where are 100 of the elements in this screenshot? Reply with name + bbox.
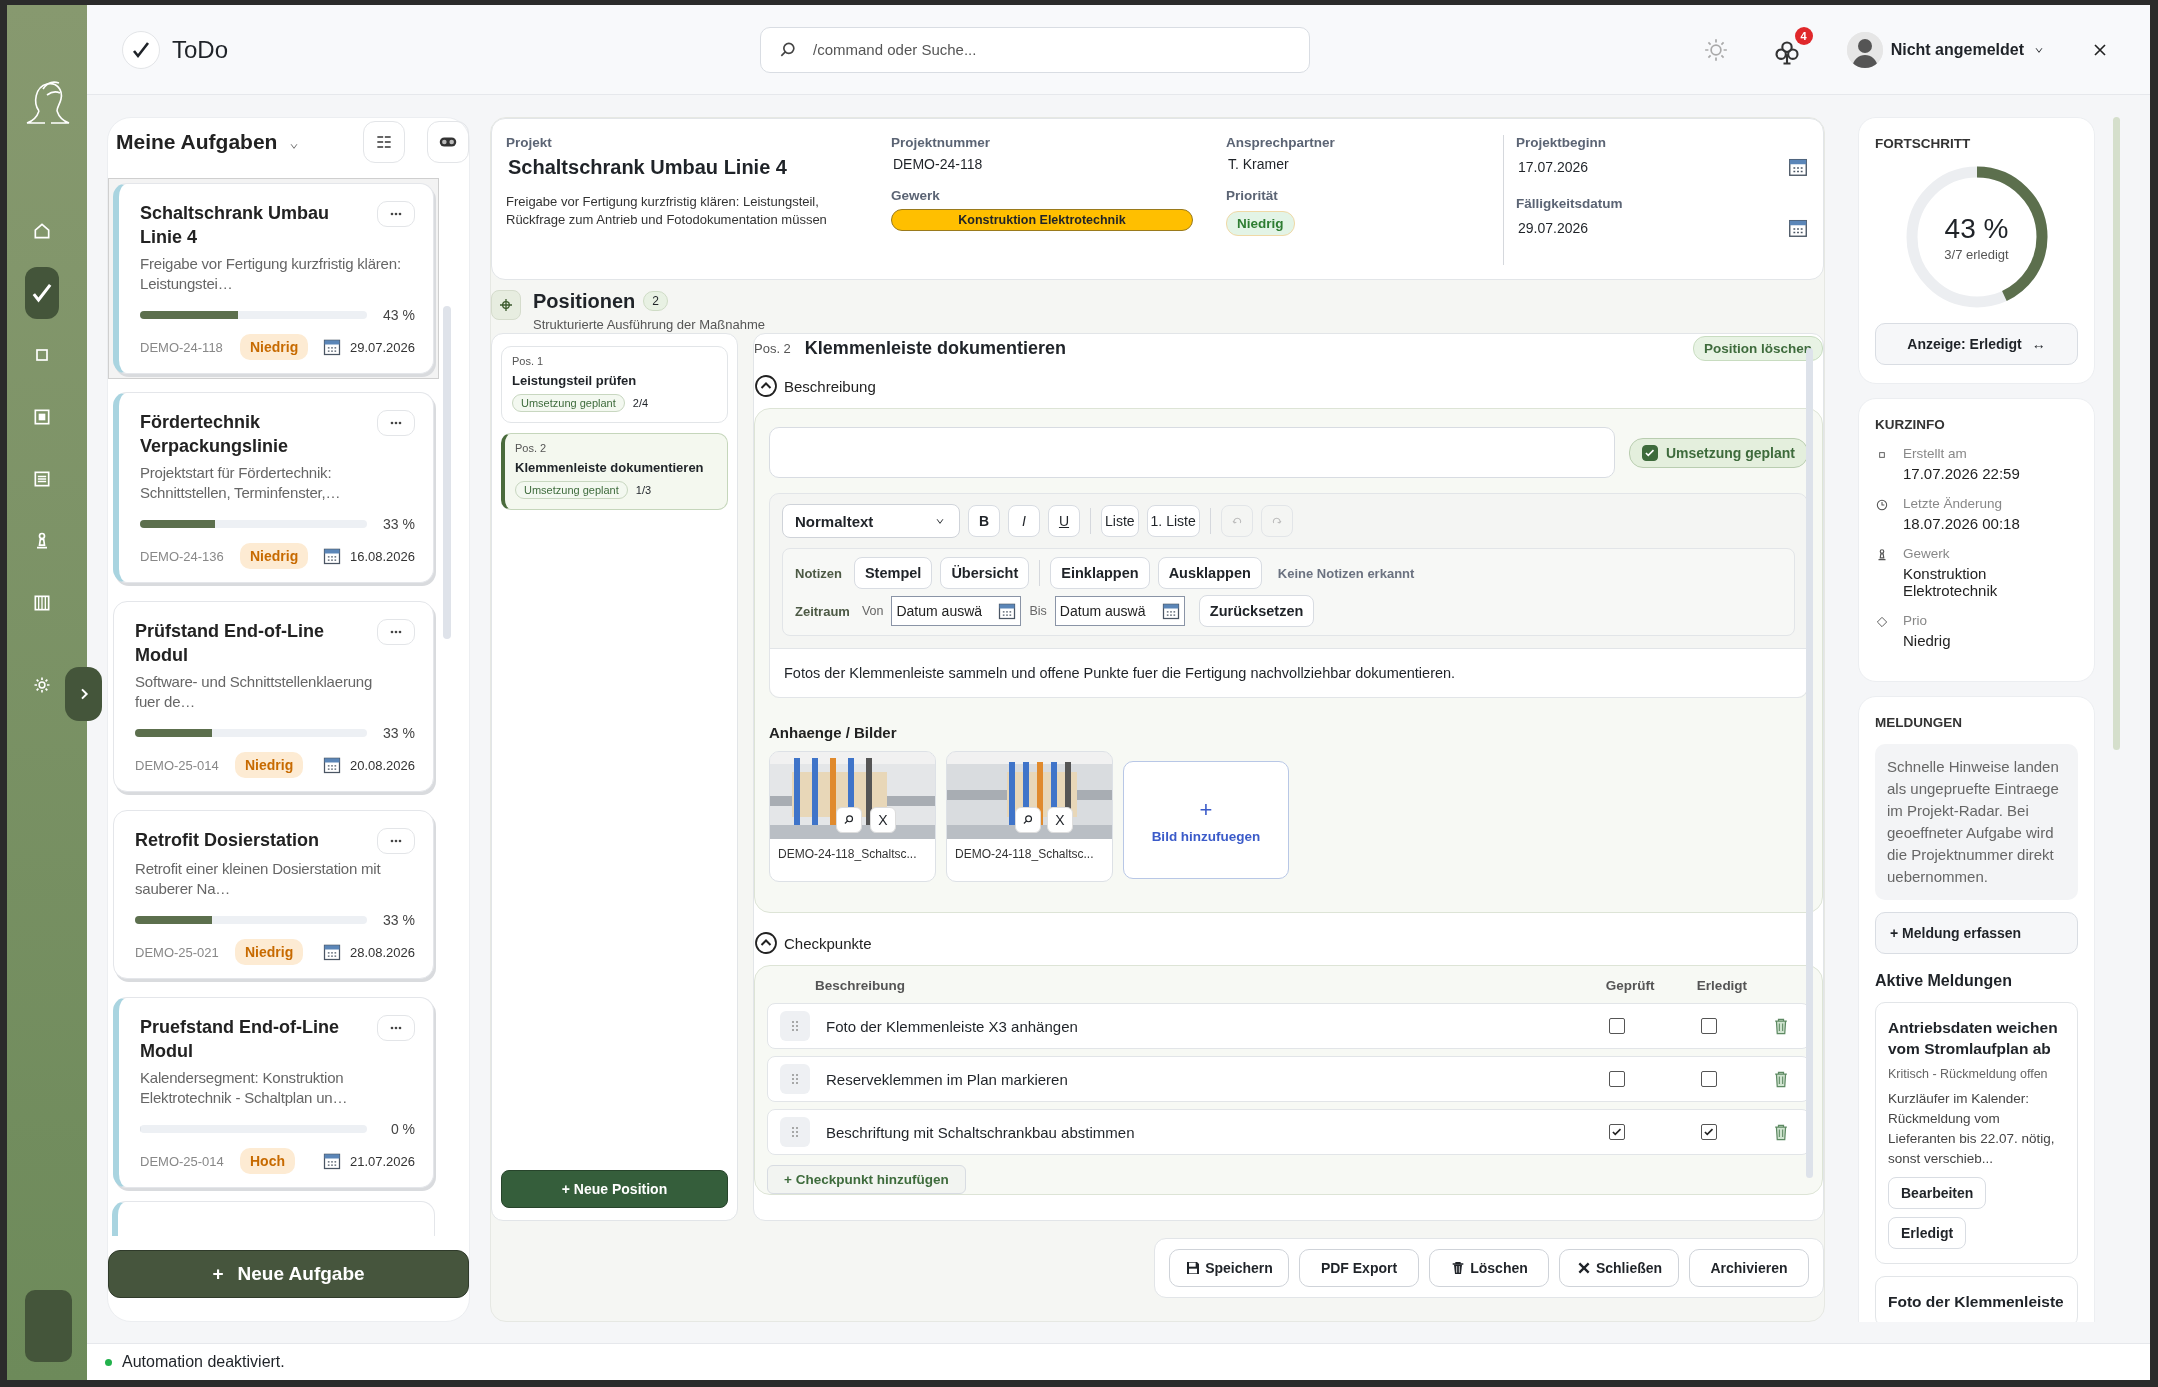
due-date: 16.08.2026 [349, 548, 415, 564]
field-label: Gewerk [891, 188, 941, 203]
bullet-list-button[interactable]: Liste [1101, 505, 1139, 537]
description-text[interactable]: Fotos der Klemmenleiste sammeln und offene Punkte fuer die Fertigung nachvollziehbar dokumentieren. [770, 648, 1807, 697]
field-label: Projektbeginn [1516, 135, 1607, 150]
message-card[interactable]: Antriebsdaten weichen vom Stromlaufplan ab Kritisch - Rückmeldung offen Kurzläufer im Kalender: Rückmeldung vom Lieferanten bis 22.07. nötig, sonst verschieb... Bearbeiten Erledigt [1875, 1002, 2078, 1264]
info-value: 17.07.2026 22:59 [1903, 465, 2020, 482]
avatar [1846, 31, 1883, 68]
position-item[interactable]: Pos. 2 Klemmenleiste dokumentieren Umsetzung geplant 1/3 [501, 433, 728, 510]
count-badge: 2 [643, 291, 668, 311]
notes-button[interactable]: Ausklappen [1157, 557, 1262, 589]
position-progress: 2/4 [632, 397, 649, 409]
expand-button[interactable] [65, 667, 102, 721]
checkbox[interactable] [1609, 1124, 1625, 1140]
user-name[interactable]: Nicht angemeldet [1890, 40, 2024, 59]
remove-button[interactable]: X [870, 807, 896, 833]
date-field[interactable]: Datum auswä [1054, 596, 1185, 626]
zoom-button[interactable] [1015, 807, 1041, 833]
card-title: FORTSCHRITT [1875, 136, 1972, 151]
progress-percent: 33 % [382, 725, 415, 741]
scrollbar[interactable] [443, 306, 451, 639]
search-icon [842, 813, 856, 827]
zoom-button[interactable] [836, 807, 862, 833]
column-header: Erledigt [1695, 978, 1749, 993]
reset-button[interactable]: Zurücksetzen [1198, 595, 1315, 627]
drag-handle[interactable] [780, 1117, 810, 1147]
section-label[interactable]: Beschreibung [784, 377, 876, 395]
file-name: DEMO-24-118_Schaltsc... [954, 846, 1095, 863]
add-checkpoint-button[interactable]: + Checkpunkt hinzufügen [767, 1165, 966, 1194]
checkpoint-text: Beschriftung mit Schaltschrankbau abstimmen [826, 1123, 1136, 1141]
message-action-button[interactable]: Bearbeiten [1888, 1177, 1987, 1209]
task-title: Schaltschrank Umbau Linie 4 [140, 202, 331, 249]
priority-badge: Hoch [240, 1148, 295, 1174]
status-checkbox[interactable] [1641, 444, 1658, 461]
italic-button[interactable]: I [1008, 505, 1040, 537]
drag-handle[interactable] [780, 1011, 810, 1041]
style-dropdown[interactable]: Normaltext [782, 504, 960, 538]
file-name: DEMO-24-118_Schaltsc... [777, 846, 918, 863]
drag-handle[interactable] [780, 1064, 810, 1094]
status-text: Automation deaktiviert. [122, 1353, 285, 1371]
notes-button[interactable]: Übersicht [940, 557, 1030, 589]
info-label: Letzte Änderung [1903, 496, 2004, 511]
new-position-button[interactable]: + Neue Position [501, 1170, 728, 1208]
numbered-list-button[interactable]: 1. Liste [1146, 505, 1200, 537]
notes-button[interactable]: Einklappen [1050, 557, 1150, 589]
hint-text: Schnelle Hinweise landen als ungepruefte Eintraege im Projekt-Radar. Bei geoeffneter Aufgabe wird die Projektnummer direkt uebernommen. [1875, 744, 2078, 900]
clock-icon [1875, 498, 1889, 512]
calendar-icon [1160, 601, 1181, 621]
message-meta: Kritisch - Rückmeldung offen [1888, 1067, 2049, 1081]
calendar-icon [321, 1151, 342, 1171]
section-label[interactable]: Checkpunkte [784, 934, 872, 952]
trash-button[interactable]: Löschen [1429, 1249, 1549, 1287]
status-toggle[interactable]: Umsetzung geplant [1628, 437, 1808, 468]
close-button[interactable]: Schließen [1559, 1249, 1679, 1287]
due-date: 20.08.2026 [349, 757, 415, 773]
add-image-button[interactable]: + Bild hinzufuegen [1123, 761, 1289, 879]
toggle-view-button[interactable] [427, 121, 469, 163]
checkbox[interactable] [1609, 1071, 1625, 1087]
checkbox[interactable] [1701, 1071, 1717, 1087]
message-action-button[interactable]: Erledigt [1888, 1217, 1967, 1249]
save-button[interactable]: Speichern [1169, 1249, 1289, 1287]
checkbox[interactable] [1701, 1018, 1717, 1034]
position-item[interactable]: Pos. 1 Leistungsteil prüfen Umsetzung geplant 2/4 [501, 346, 728, 423]
bold-button[interactable]: B [968, 505, 1000, 537]
checkpoint-text: Reserveklemmen im Plan markieren [826, 1070, 1069, 1088]
export-button[interactable]: PDF Export [1299, 1249, 1419, 1287]
field-label: Priorität [1226, 188, 1279, 203]
footer-tile [25, 1290, 72, 1362]
section-title: Positionen [533, 290, 636, 312]
checkbox[interactable] [1609, 1018, 1625, 1034]
display-toggle-button[interactable]: Anzeige: Erledigt ↔ [1875, 323, 2078, 365]
remove-button[interactable]: X [1047, 807, 1073, 833]
search-field[interactable]: /command oder Suche... [760, 26, 1310, 73]
list-view-button[interactable] [363, 121, 405, 163]
checkbox[interactable] [1701, 1124, 1717, 1140]
notifications-button[interactable]: 4 [1766, 26, 1813, 73]
notes-label: Notizen [795, 565, 842, 581]
project-code: DEMO-25-021 [135, 944, 220, 960]
date-field[interactable]: Datum auswä [891, 596, 1022, 626]
info-label: Gewerk [1903, 546, 1951, 561]
notes-button[interactable]: Stempel [853, 557, 933, 589]
new-task-button[interactable]: + Neue Aufgabe [108, 1250, 469, 1298]
start-date[interactable]: 17.07.2026 [1518, 159, 1589, 175]
underline-button[interactable]: U [1048, 505, 1080, 537]
due-date[interactable]: 29.07.2026 [1518, 220, 1589, 236]
add-message-button[interactable]: + Meldung erfassen [1875, 912, 2078, 954]
export-button[interactable]: Archivieren [1689, 1249, 1809, 1287]
title-input[interactable] [769, 427, 1615, 478]
field-label: Ansprechpartner [1226, 135, 1336, 150]
field-label: Projektnummer [891, 135, 992, 150]
framed-icon [32, 407, 52, 427]
tasks-nav-button[interactable] [25, 267, 59, 319]
notes-hint: Keine Notizen erkannt [1277, 565, 1415, 581]
scrollbar[interactable] [2113, 117, 2120, 750]
task-description: Kalendersegment: Konstruktion Elektrotechnik - Schaltplan un… [140, 1068, 349, 1108]
status-chip: Umsetzung geplant [512, 394, 625, 412]
project-description: Freigabe vor Fertigung kurzfristig klären: Leistungsteil, Rückfrage zum Antrieb und Fotodokumentation müssen [506, 193, 828, 229]
positions-icon-button[interactable] [491, 290, 521, 320]
theme-button[interactable] [1702, 36, 1729, 63]
trade-badge: Konstruktion Elektrotechnik [891, 209, 1193, 231]
